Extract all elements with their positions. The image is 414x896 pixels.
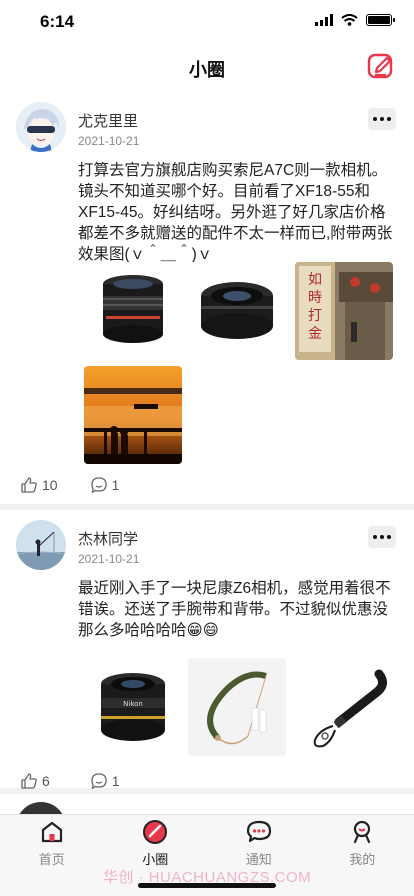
post-image-wrist-strap[interactable] bbox=[295, 658, 393, 756]
like-count: 10 bbox=[42, 477, 58, 493]
status-bar: 6:14 bbox=[0, 0, 414, 44]
avatar[interactable] bbox=[16, 102, 66, 152]
comment-icon bbox=[90, 477, 107, 494]
more-dot-icon bbox=[373, 117, 377, 121]
wifi-icon bbox=[341, 14, 358, 26]
home-indicator bbox=[138, 883, 276, 888]
svg-text:如: 如 bbox=[308, 272, 322, 288]
post-text: 打算去官方旗舰店购买索尼A7C则一款相机。镜头不知道买哪个好。目前看了XF18-… bbox=[78, 162, 393, 263]
post-username[interactable]: 杰林同学 bbox=[78, 528, 138, 549]
more-dot-icon bbox=[387, 117, 391, 121]
post-card[interactable]: 尤克里里 2021-10-21 打算去官方旗舰店购买索尼A7C则一款相机。镜头不… bbox=[0, 92, 414, 504]
post-image-lens-xf15-45[interactable] bbox=[188, 262, 286, 360]
status-time: 6:14 bbox=[40, 12, 75, 31]
like-button[interactable]: 10 bbox=[20, 476, 58, 494]
svg-text:金: 金 bbox=[308, 326, 322, 342]
like-button[interactable]: 6 bbox=[20, 772, 50, 790]
comment-button[interactable]: 1 bbox=[90, 772, 120, 790]
circle-icon bbox=[143, 820, 168, 844]
more-options-button[interactable] bbox=[368, 526, 396, 548]
post-card[interactable]: 杰林同学 2021-10-21 最近刚入手了一块尼康Z6相机，感觉用着很不错诶。… bbox=[0, 510, 414, 790]
svg-text:打: 打 bbox=[308, 307, 322, 324]
comment-icon bbox=[91, 773, 107, 790]
post-image-camera-strap[interactable] bbox=[188, 658, 286, 756]
post-image-street-shop[interactable]: 如 時 打 金 bbox=[295, 262, 393, 360]
message-icon bbox=[246, 820, 271, 843]
post-text: 最近刚入手了一块尼康Z6相机，感觉用着很不错诶。还送了手腕带和背带。不过貌似优惠… bbox=[78, 580, 391, 639]
comment-count: 1 bbox=[111, 477, 120, 493]
thumbs-up-icon bbox=[21, 477, 37, 493]
post-card-partial bbox=[0, 794, 414, 814]
avatar[interactable] bbox=[16, 520, 66, 570]
svg-text:時: 時 bbox=[308, 290, 322, 306]
nav-bar: 小圈 bbox=[0, 44, 414, 92]
profile-icon bbox=[354, 820, 371, 844]
more-dot-icon bbox=[373, 535, 377, 539]
more-dot-icon bbox=[380, 535, 384, 539]
post-date: 2021-10-21 bbox=[78, 552, 140, 566]
new-post-button[interactable] bbox=[366, 52, 396, 82]
battery-icon bbox=[366, 14, 395, 26]
more-dot-icon bbox=[380, 117, 384, 121]
post-actions: 10 1 bbox=[20, 476, 119, 494]
post-date: 2021-10-21 bbox=[78, 134, 140, 148]
like-count: 6 bbox=[42, 773, 50, 789]
more-options-button[interactable] bbox=[368, 108, 396, 130]
home-icon bbox=[41, 821, 62, 843]
post-actions: 6 1 bbox=[20, 772, 120, 790]
post-image-sunset-pier[interactable] bbox=[84, 366, 182, 464]
status-icons bbox=[315, 14, 395, 26]
page-title: 小圈 bbox=[189, 60, 225, 80]
svg-text:Nikon: Nikon bbox=[123, 700, 143, 708]
edit-icon bbox=[367, 53, 393, 79]
comment-count: 1 bbox=[111, 773, 120, 789]
comment-button[interactable]: 1 bbox=[90, 476, 120, 494]
feed-list[interactable]: 尤克里里 2021-10-21 打算去官方旗舰店购买索尼A7C则一款相机。镜头不… bbox=[0, 92, 414, 814]
post-image-lens-xf18-55[interactable] bbox=[84, 262, 182, 360]
avatar bbox=[16, 802, 66, 814]
more-dot-icon bbox=[387, 535, 391, 539]
signal-icon bbox=[315, 14, 333, 26]
thumbs-up-icon bbox=[21, 773, 37, 789]
post-image-nikon-lens[interactable]: Nikon bbox=[84, 658, 182, 756]
post-username[interactable]: 尤克里里 bbox=[78, 110, 138, 131]
